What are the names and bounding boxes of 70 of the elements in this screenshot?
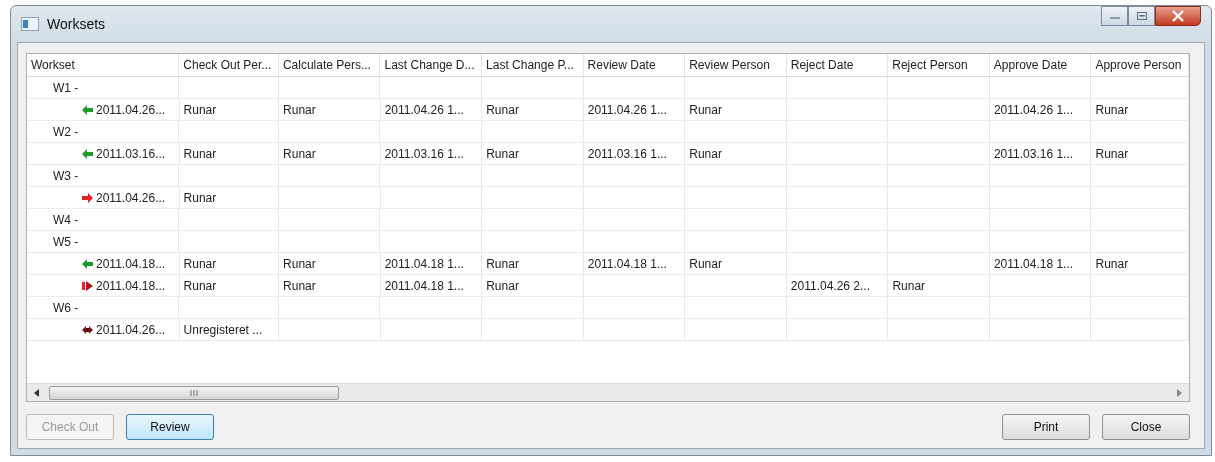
column-header[interactable]: Check Out Per... xyxy=(179,54,279,76)
table-cell: Runar xyxy=(183,278,217,293)
table-cell: Runar xyxy=(183,190,217,205)
column-header[interactable]: Approve Date xyxy=(989,54,1092,76)
workset-name[interactable]: W2 - xyxy=(31,124,79,139)
table-cell: Runar xyxy=(689,102,722,117)
table-cell: Runar xyxy=(183,146,217,161)
table-cell: 2011.03.16... xyxy=(96,146,166,161)
column-header[interactable]: Reject Date xyxy=(786,54,889,76)
table-cell: 2011.04.18... xyxy=(96,256,166,271)
horizontal-scrollbar[interactable] xyxy=(27,383,1189,401)
review-button[interactable]: Review xyxy=(126,414,214,440)
table-cell: 2011.04.26 1... xyxy=(587,102,667,117)
table-cell: 2011.04.26 1... xyxy=(384,102,464,117)
close-button[interactable] xyxy=(1155,6,1201,26)
column-header[interactable]: Last Change P... xyxy=(482,54,584,76)
column-header[interactable]: Reject Person xyxy=(888,54,990,76)
table-cell: Runar xyxy=(689,146,722,161)
workset-name[interactable]: W4 - xyxy=(31,212,79,227)
column-header[interactable]: Workset xyxy=(27,54,180,76)
table-cell: Runar xyxy=(283,102,316,117)
table-cell: 2011.04.18 1... xyxy=(384,278,464,293)
table-cell: 2011.04.26... xyxy=(96,322,166,337)
workset-name[interactable]: W5 - xyxy=(31,234,79,249)
workset-name[interactable]: W1 - xyxy=(31,80,79,95)
table-cell: Runar xyxy=(183,102,217,117)
table-cell: Runar xyxy=(486,256,519,271)
table-cell: 2011.04.18 1... xyxy=(587,256,667,271)
table-cell: 2011.04.18 1... xyxy=(384,256,464,271)
workset-name[interactable]: W6 - xyxy=(31,300,79,315)
scroll-right-icon[interactable] xyxy=(1175,387,1183,398)
column-header[interactable]: Calculate Pers... xyxy=(278,54,381,76)
print-button[interactable]: Print xyxy=(1002,414,1090,440)
table-cell: 2011.04.26 2... xyxy=(790,278,870,293)
table-cell: 2011.03.16 1... xyxy=(993,146,1074,161)
close-icon xyxy=(1171,10,1185,22)
table-cell: Runar xyxy=(486,146,519,161)
table-cell: 2011.03.16 1... xyxy=(384,146,464,161)
table-cell: 2011.04.26... xyxy=(96,190,166,205)
app-icon xyxy=(21,17,39,31)
table-cell: Unregisteret ... xyxy=(183,322,263,337)
table-cell: Runar xyxy=(283,278,316,293)
grip-icon xyxy=(190,388,198,397)
column-header[interactable]: Last Change D... xyxy=(380,54,483,76)
table-cell: Runar xyxy=(183,256,217,271)
workset-name[interactable]: W3 - xyxy=(31,168,79,183)
table-cell: Runar xyxy=(1095,256,1129,271)
table-cell: 2011.04.26... xyxy=(96,102,166,117)
scrollbar-thumb[interactable] xyxy=(49,385,339,400)
table-cell: Runar xyxy=(892,278,926,293)
table-cell: Runar xyxy=(486,278,519,293)
scroll-left-icon[interactable] xyxy=(33,387,41,398)
table-cell: 2011.04.18... xyxy=(96,278,166,293)
column-header[interactable]: Approve Person xyxy=(1091,54,1189,76)
table-cell: 2011.04.26 1... xyxy=(993,102,1074,117)
column-header[interactable]: Review Date xyxy=(583,54,686,76)
table-cell: Runar xyxy=(1095,102,1129,117)
table-cell: Runar xyxy=(486,102,519,117)
column-header[interactable]: Review Person xyxy=(685,54,787,76)
table-cell: 2011.04.18 1... xyxy=(993,256,1074,271)
window-title: Worksets xyxy=(47,16,106,32)
table-cell: 2011.03.16 1... xyxy=(587,146,667,161)
table-cell: Runar xyxy=(283,256,316,271)
maximize-button[interactable] xyxy=(1128,6,1155,26)
table-cell: Runar xyxy=(1095,146,1129,161)
maximize-icon xyxy=(1135,11,1148,21)
close-button[interactable]: Close xyxy=(1102,414,1190,440)
table-cell: Runar xyxy=(689,256,722,271)
table-cell: Runar xyxy=(283,146,316,161)
minimize-button[interactable] xyxy=(1101,6,1128,26)
